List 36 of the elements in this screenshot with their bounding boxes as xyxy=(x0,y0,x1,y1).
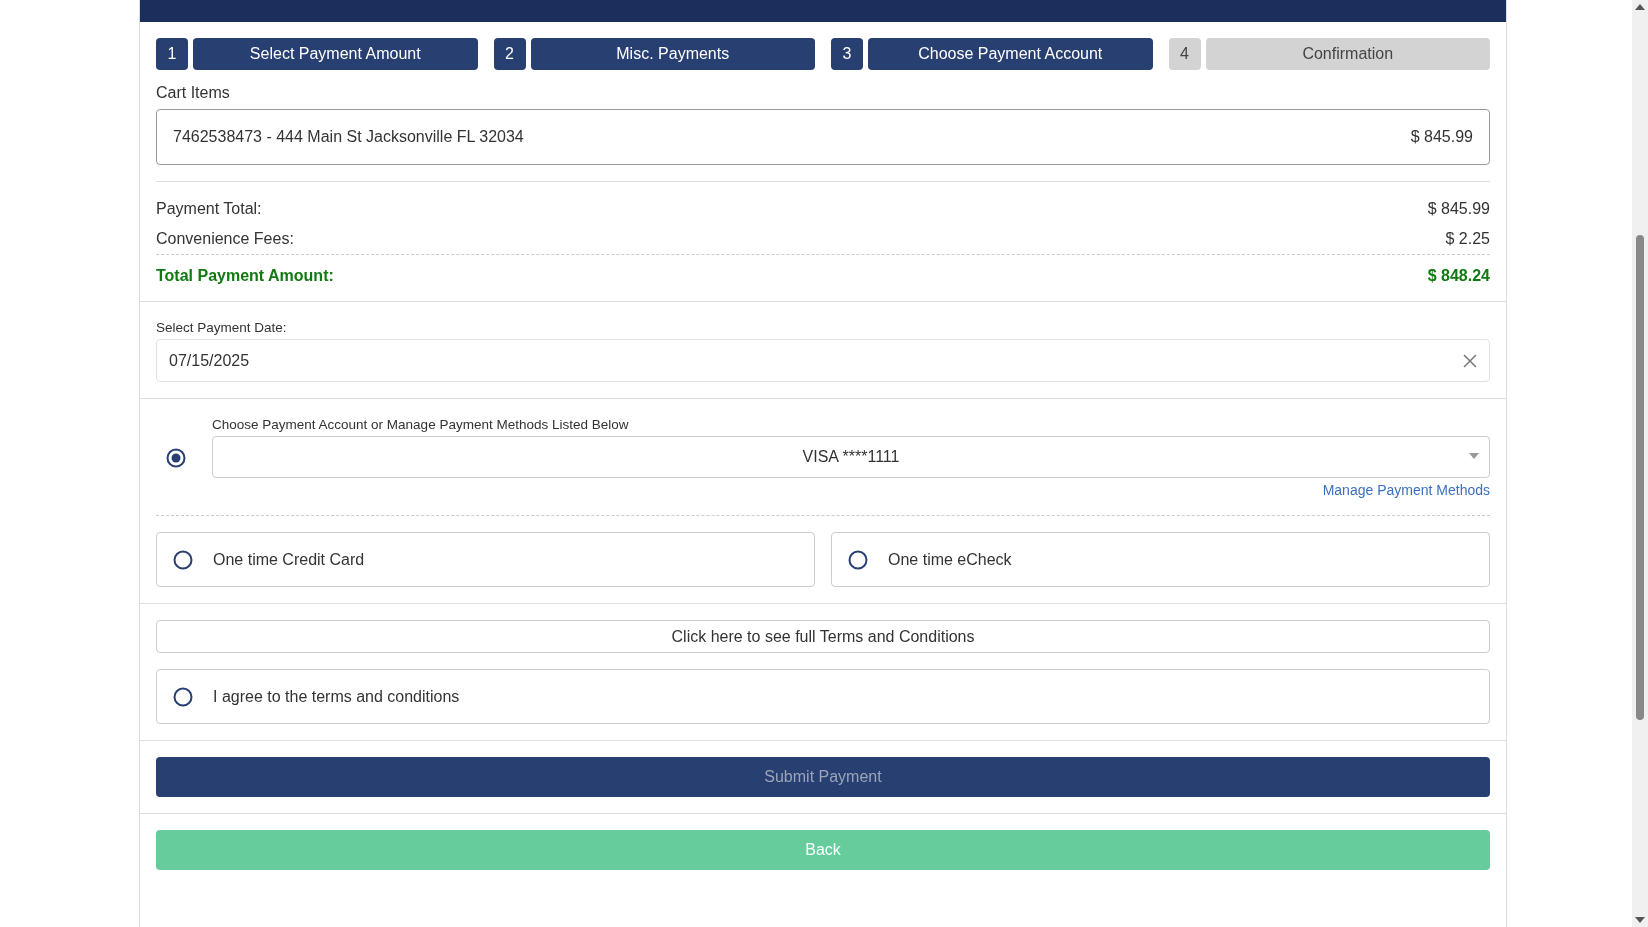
radio-button[interactable] xyxy=(173,549,193,570)
total-value: $ 848.24 xyxy=(1427,267,1490,285)
summary-label: Convenience Fees: xyxy=(156,230,294,248)
step-tab[interactable]: Misc. Payments xyxy=(530,38,815,70)
step-number: 2 xyxy=(493,38,526,70)
terms-button[interactable]: Click here to see full Terms and Conditions xyxy=(156,620,1490,653)
manage-methods-link[interactable]: Manage Payment Methods xyxy=(1322,482,1490,498)
scrollbar[interactable] xyxy=(1632,0,1648,927)
step-tab[interactable]: Select Payment Amount xyxy=(193,38,478,70)
item-amount: $ 845.99 xyxy=(1410,128,1473,146)
scroll-up-icon[interactable] xyxy=(1635,4,1645,10)
scrollbar-thumb[interactable] xyxy=(1636,235,1644,720)
option-label: One time Credit Card xyxy=(213,550,365,569)
agree-label: I agree to the terms and conditions xyxy=(213,687,460,706)
step-number: 1 xyxy=(156,38,188,70)
step-number: 4 xyxy=(1168,38,1201,70)
summary-label: Payment Total: xyxy=(156,200,262,218)
option-label: One time eCheck xyxy=(888,550,1012,569)
date-field[interactable]: 07/15/2025 xyxy=(156,339,1490,382)
account-label: Choose Payment Account or Manage Payment Methods Listed Below xyxy=(212,417,629,432)
step-tab[interactable]: Choose Payment Account xyxy=(868,38,1153,70)
cart-label: Cart Items xyxy=(156,84,230,102)
radio-button[interactable] xyxy=(173,686,193,707)
summary-value: $ 845.99 xyxy=(1427,200,1490,218)
item-description: 7462538473 - 444 Main St Jacksonville FL 32034 xyxy=(173,128,524,146)
date-label: Select Payment Date: xyxy=(156,320,287,335)
radio-button[interactable] xyxy=(848,549,868,570)
total-label: Total Payment Amount: xyxy=(156,267,334,285)
step-number: 3 xyxy=(831,38,863,70)
caret-icon xyxy=(1469,453,1479,459)
radio-button[interactable] xyxy=(166,448,186,468)
step-tab[interactable]: Confirmation xyxy=(1205,38,1490,70)
clear-icon[interactable] xyxy=(1463,353,1477,368)
summary-value: $ 2.25 xyxy=(1445,230,1490,248)
account-dropdown[interactable]: VISA ****1111 xyxy=(212,436,1490,478)
scroll-down-icon[interactable] xyxy=(1635,917,1645,923)
